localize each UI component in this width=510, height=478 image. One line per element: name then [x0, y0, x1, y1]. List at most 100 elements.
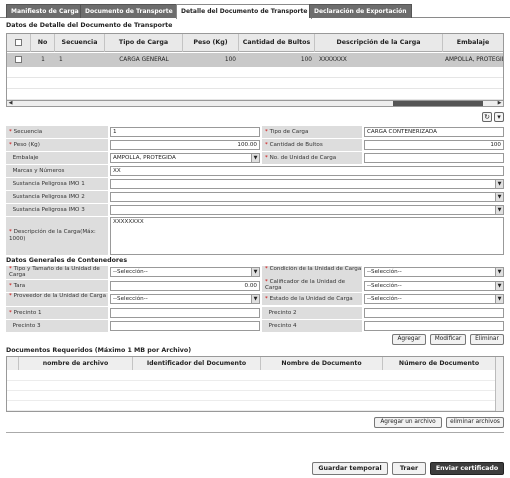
chevron-down-icon[interactable]: ▼ [495, 206, 503, 214]
col-header: No [31, 34, 55, 52]
agregar-archivo-button[interactable]: Agregar un archivo [374, 417, 442, 428]
eliminar-archivos-button[interactable]: eliminar archivos [446, 417, 504, 428]
col-header: Tipo de Carga [105, 34, 183, 52]
secuencia-label: * Secuencia [6, 126, 108, 138]
row-checkbox[interactable] [15, 56, 22, 63]
divider [6, 432, 504, 433]
horizontal-scrollbar[interactable]: ◀ ▶ [6, 100, 504, 107]
marcas-label: Marcas y Números [6, 165, 108, 177]
condicion-label: * Condición de la Unidad de Carga [262, 266, 362, 279]
col-header: Cantidad de Bultos [239, 34, 315, 52]
imo1-select[interactable]: ▼ [110, 179, 504, 189]
chevron-down-icon[interactable]: ▼ [251, 268, 259, 276]
empty-row [7, 89, 503, 100]
chevron-down-icon[interactable]: ▼ [495, 268, 503, 276]
precinto1-input[interactable] [110, 308, 260, 318]
precinto1-label: * Precinto 1 [6, 307, 108, 319]
tara-input[interactable]: 0.00 [110, 281, 260, 291]
tab-manifiesto[interactable]: Manifiesto de Carga [6, 4, 84, 18]
precinto3-label: Precinto 3 [6, 320, 108, 332]
marcas-input[interactable]: XX [110, 166, 504, 176]
no-unidad-input[interactable] [364, 153, 504, 163]
col-header: nombre de archivo [19, 357, 133, 370]
chevron-down-icon[interactable]: ▼ [495, 295, 503, 303]
select-all-checkbox[interactable] [15, 39, 22, 46]
list-item [7, 381, 503, 391]
empty-row [7, 78, 503, 89]
containers-form: * Tipo y Tamaño de la Unidad de Carga --… [6, 266, 504, 332]
chevron-down-icon[interactable]: ▼ [495, 180, 503, 188]
empty-row [7, 67, 503, 78]
refresh-icon[interactable]: ↻ [482, 112, 492, 122]
col-header: Descripción de la Carga [315, 34, 443, 52]
bultos-input[interactable]: 100 [364, 140, 504, 150]
traer-button[interactable]: Traer [392, 462, 426, 475]
tab-documento-transporte[interactable]: Documento de Transporte [80, 4, 178, 18]
col-header: Embalaje [456, 39, 490, 46]
cell-no: 1 [41, 57, 45, 63]
col-header: Peso (Kg) [183, 34, 239, 52]
cell-tipo-carga: CARGA GENERAL [119, 57, 169, 63]
chevron-down-icon[interactable]: ▼ [251, 295, 259, 303]
tab-declaracion-exportacion[interactable]: Declaración de Exportación [309, 4, 412, 18]
cell-descripcion: XXXXXXX [319, 57, 347, 63]
enviar-certificado-button[interactable]: Enviar certificado [430, 462, 504, 475]
col-header: Secuencia [55, 34, 105, 52]
tipo-tamano-label: * Tipo y Tamaño de la Unidad de Carga [6, 266, 108, 279]
condicion-select[interactable]: --Selección-- ▼ [364, 267, 504, 277]
embalaje-select[interactable]: AMPOLLA, PROTEGIDA ▼ [110, 153, 260, 163]
documents-section-title: Documentos Requeridos (Máximo 1 MB por A… [6, 347, 192, 354]
chevron-down-icon[interactable]: ▼ [495, 282, 503, 290]
calificador-label: * Calificador de la Unidad de Carga [262, 279, 362, 292]
chevron-down-icon[interactable]: ▼ [495, 193, 503, 201]
precinto3-input[interactable] [110, 321, 260, 331]
vertical-scrollbar[interactable] [495, 357, 503, 411]
imo2-label: Sustancia Peligrosa IMO 2 [6, 191, 108, 203]
precinto4-input[interactable] [364, 321, 504, 331]
chevron-down-icon[interactable]: ▼ [251, 154, 259, 162]
detail-table: No Secuencia Tipo de Carga Peso (Kg) Can… [6, 33, 504, 101]
col-header: Identificador del Documento [133, 357, 261, 370]
tipo-tamano-select[interactable]: --Selección-- ▼ [110, 267, 260, 277]
peso-label: * Peso (Kg) [6, 139, 108, 151]
list-item [7, 401, 503, 411]
descripcion-textarea[interactable]: XXXXXXXX [110, 217, 504, 255]
col-header: Número de Documento [383, 357, 495, 370]
scroll-thumb[interactable] [393, 101, 483, 106]
eliminar-button[interactable]: Eliminar [470, 334, 504, 345]
list-item [7, 391, 503, 401]
tab-detalle-documento[interactable]: Detalle del Documento de Transporte [176, 4, 313, 19]
cell-embalaje: AMPOLLA, PROTEGID [445, 57, 503, 63]
chevron-down-icon[interactable]: ▾ [494, 112, 504, 122]
imo1-label: Sustancia Peligrosa IMO 1 [6, 178, 108, 190]
agregar-button[interactable]: Agregar [392, 334, 426, 345]
imo2-select[interactable]: ▼ [110, 192, 504, 202]
containers-section-title: Datos Generales de Contenedores [6, 257, 128, 264]
scroll-right-icon[interactable]: ▶ [496, 100, 503, 107]
scroll-left-icon[interactable]: ◀ [7, 100, 14, 107]
estado-label: * Estado de la Unidad de Carga [262, 293, 362, 305]
list-item [7, 371, 503, 381]
secuencia-input[interactable]: 1 [110, 127, 260, 137]
bultos-label: * Cantidad de Bultos [262, 139, 362, 151]
table-header: No Secuencia Tipo de Carga Peso (Kg) Can… [7, 34, 503, 52]
precinto4-label: Precinto 4 [262, 320, 362, 332]
cell-secuencia: 1 [59, 57, 63, 63]
imo3-select[interactable]: ▼ [110, 205, 504, 215]
tipo-carga-select[interactable]: CARGA CONTENERIZADA [364, 127, 504, 137]
table-row[interactable]: 1 1 CARGA GENERAL 100 100 XXXXXXX AMPOLL… [7, 53, 503, 67]
proveedor-label: * Proveedor de la Unidad de Carga [6, 293, 108, 306]
tara-label: * Tara [6, 280, 108, 292]
detail-form: * Secuencia 1 * Tipo de Carga CARGA CONT… [6, 126, 504, 255]
no-unidad-label: * No. de Unidad de Carga [262, 152, 362, 164]
col-header: Nombre de Documento [261, 357, 383, 370]
proveedor-select[interactable]: --Selección-- ▼ [110, 294, 260, 304]
select-all-cell [7, 34, 31, 52]
precinto2-input[interactable] [364, 308, 504, 318]
documents-table: nombre de archivo Identificador del Docu… [6, 356, 504, 412]
estado-select[interactable]: --Selección-- ▼ [364, 294, 504, 304]
guardar-temporal-button[interactable]: Guardar temporal [312, 462, 388, 475]
modificar-button[interactable]: Modificar [430, 334, 466, 345]
peso-input[interactable]: 100.00 [110, 140, 260, 150]
calificador-select[interactable]: --Selección-- ▼ [364, 281, 504, 291]
